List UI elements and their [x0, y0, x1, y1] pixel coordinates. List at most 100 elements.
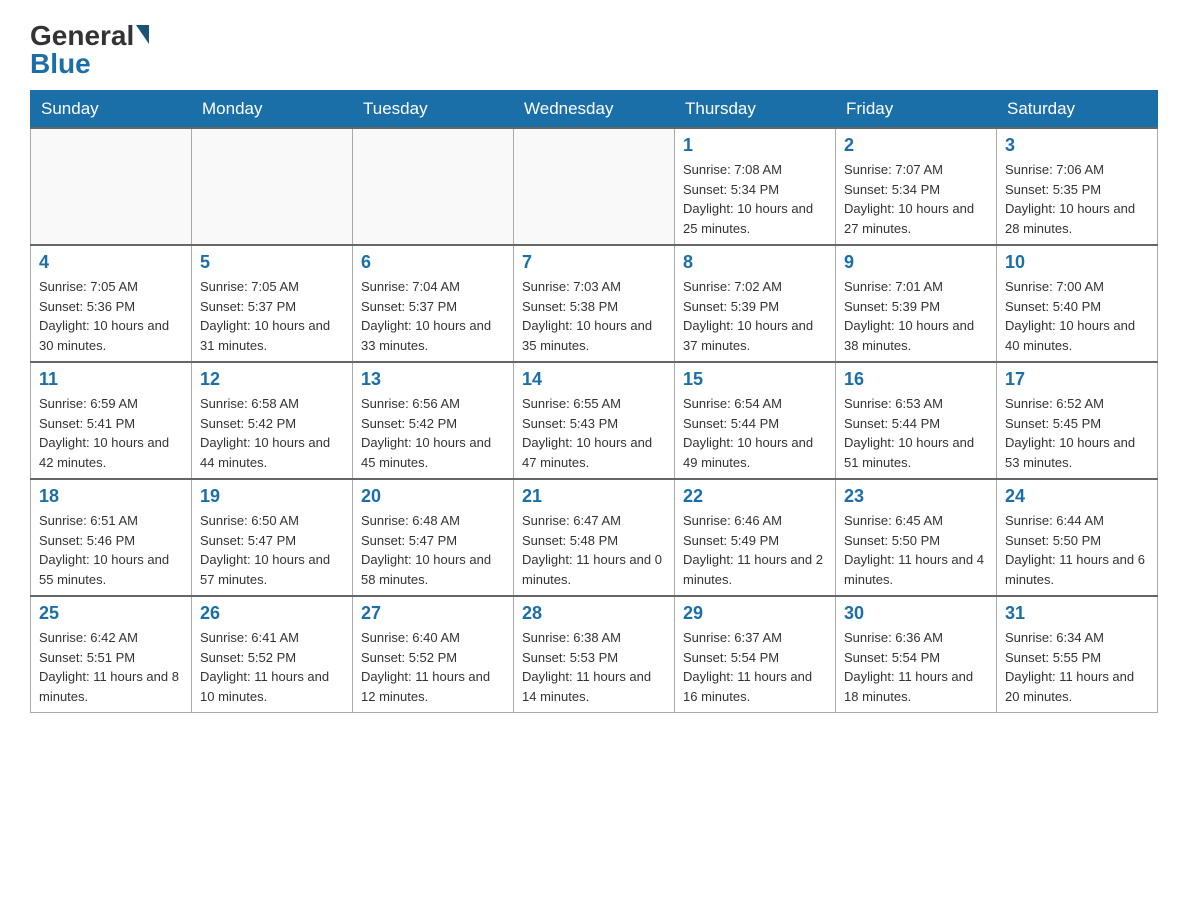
calendar-cell-15: 15 Sunrise: 6:54 AM Sunset: 5:44 PM Dayli… — [675, 362, 836, 479]
day-info: Sunrise: 6:46 AM Sunset: 5:49 PM Dayligh… — [683, 511, 827, 589]
day-info: Sunrise: 7:08 AM Sunset: 5:34 PM Dayligh… — [683, 160, 827, 238]
calendar-cell-12: 12 Sunrise: 6:58 AM Sunset: 5:42 PM Dayli… — [192, 362, 353, 479]
day-number: 21 — [522, 486, 666, 507]
calendar-cell-30: 30Sunrise: 6:36 AM Sunset: 5:54 PM Dayli… — [836, 596, 997, 713]
day-info: Sunrise: 6:34 AM Sunset: 5:55 PM Dayligh… — [1005, 628, 1149, 706]
day-info: Sunrise: 6:37 AM Sunset: 5:54 PM Dayligh… — [683, 628, 827, 706]
day-info: Sunrise: 6:50 AM Sunset: 5:47 PM Dayligh… — [200, 511, 344, 589]
calendar-cell-16: 16 Sunrise: 6:53 AM Sunset: 5:44 PM Dayli… — [836, 362, 997, 479]
day-info: Sunrise: 7:04 AM Sunset: 5:37 PM Dayligh… — [361, 277, 505, 355]
day-number: 19 — [200, 486, 344, 507]
day-info: Sunrise: 7:03 AM Sunset: 5:38 PM Dayligh… — [522, 277, 666, 355]
day-info: Sunrise: 7:05 AM Sunset: 5:36 PM Dayligh… — [39, 277, 183, 355]
logo-arrow-icon — [136, 25, 149, 44]
day-number: 10 — [1005, 252, 1149, 273]
day-number: 4 — [39, 252, 183, 273]
day-number: 25 — [39, 603, 183, 624]
day-number: 9 — [844, 252, 988, 273]
calendar-cell-1: 1 Sunrise: 7:08 AM Sunset: 5:34 PM Daylig… — [675, 128, 836, 245]
calendar-cell-4: 4 Sunrise: 7:05 AM Sunset: 5:36 PM Daylig… — [31, 245, 192, 362]
day-number: 2 — [844, 135, 988, 156]
calendar-header-monday: Monday — [192, 91, 353, 129]
day-info: Sunrise: 6:45 AM Sunset: 5:50 PM Dayligh… — [844, 511, 988, 589]
day-info: Sunrise: 7:06 AM Sunset: 5:35 PM Dayligh… — [1005, 160, 1149, 238]
calendar-header-wednesday: Wednesday — [514, 91, 675, 129]
day-info: Sunrise: 6:54 AM Sunset: 5:44 PM Dayligh… — [683, 394, 827, 472]
calendar-table: SundayMondayTuesdayWednesdayThursdayFrid… — [30, 90, 1158, 713]
day-number: 1 — [683, 135, 827, 156]
calendar-header-tuesday: Tuesday — [353, 91, 514, 129]
calendar-cell-3: 3 Sunrise: 7:06 AM Sunset: 5:35 PM Daylig… — [997, 128, 1158, 245]
calendar-cell-7: 7 Sunrise: 7:03 AM Sunset: 5:38 PM Daylig… — [514, 245, 675, 362]
day-number: 17 — [1005, 369, 1149, 390]
day-number: 27 — [361, 603, 505, 624]
calendar-cell-9: 9 Sunrise: 7:01 AM Sunset: 5:39 PM Daylig… — [836, 245, 997, 362]
calendar-header-row: SundayMondayTuesdayWednesdayThursdayFrid… — [31, 91, 1158, 129]
day-info: Sunrise: 6:41 AM Sunset: 5:52 PM Dayligh… — [200, 628, 344, 706]
day-info: Sunrise: 6:55 AM Sunset: 5:43 PM Dayligh… — [522, 394, 666, 472]
calendar-week-2: 4 Sunrise: 7:05 AM Sunset: 5:36 PM Daylig… — [31, 245, 1158, 362]
day-info: Sunrise: 7:01 AM Sunset: 5:39 PM Dayligh… — [844, 277, 988, 355]
day-number: 3 — [1005, 135, 1149, 156]
day-number: 26 — [200, 603, 344, 624]
day-info: Sunrise: 6:51 AM Sunset: 5:46 PM Dayligh… — [39, 511, 183, 589]
day-info: Sunrise: 6:56 AM Sunset: 5:42 PM Dayligh… — [361, 394, 505, 472]
day-info: Sunrise: 6:42 AM Sunset: 5:51 PM Dayligh… — [39, 628, 183, 706]
calendar-week-1: 1 Sunrise: 7:08 AM Sunset: 5:34 PM Daylig… — [31, 128, 1158, 245]
day-info: Sunrise: 6:40 AM Sunset: 5:52 PM Dayligh… — [361, 628, 505, 706]
page-header: GeneralBlue — [30, 20, 1158, 80]
day-number: 16 — [844, 369, 988, 390]
calendar-header-sunday: Sunday — [31, 91, 192, 129]
day-number: 8 — [683, 252, 827, 273]
day-number: 24 — [1005, 486, 1149, 507]
day-info: Sunrise: 6:44 AM Sunset: 5:50 PM Dayligh… — [1005, 511, 1149, 589]
day-number: 12 — [200, 369, 344, 390]
day-number: 15 — [683, 369, 827, 390]
calendar-cell-11: 11 Sunrise: 6:59 AM Sunset: 5:41 PM Dayli… — [31, 362, 192, 479]
calendar-cell-empty-w0d0 — [31, 128, 192, 245]
day-number: 6 — [361, 252, 505, 273]
day-info: Sunrise: 7:02 AM Sunset: 5:39 PM Dayligh… — [683, 277, 827, 355]
day-info: Sunrise: 6:48 AM Sunset: 5:47 PM Dayligh… — [361, 511, 505, 589]
day-number: 13 — [361, 369, 505, 390]
day-number: 28 — [522, 603, 666, 624]
calendar-cell-empty-w0d1 — [192, 128, 353, 245]
day-number: 20 — [361, 486, 505, 507]
day-number: 5 — [200, 252, 344, 273]
calendar-cell-6: 6 Sunrise: 7:04 AM Sunset: 5:37 PM Daylig… — [353, 245, 514, 362]
calendar-cell-22: 22 Sunrise: 6:46 AM Sunset: 5:49 PM Dayli… — [675, 479, 836, 596]
calendar-cell-24: 24 Sunrise: 6:44 AM Sunset: 5:50 PM Dayli… — [997, 479, 1158, 596]
day-info: Sunrise: 6:53 AM Sunset: 5:44 PM Dayligh… — [844, 394, 988, 472]
calendar-cell-10: 10 Sunrise: 7:00 AM Sunset: 5:40 PM Dayli… — [997, 245, 1158, 362]
calendar-header-friday: Friday — [836, 91, 997, 129]
day-number: 23 — [844, 486, 988, 507]
logo-blue-text: Blue — [30, 48, 91, 80]
day-number: 14 — [522, 369, 666, 390]
day-number: 11 — [39, 369, 183, 390]
calendar-cell-13: 13 Sunrise: 6:56 AM Sunset: 5:42 PM Dayli… — [353, 362, 514, 479]
day-info: Sunrise: 7:00 AM Sunset: 5:40 PM Dayligh… — [1005, 277, 1149, 355]
day-number: 18 — [39, 486, 183, 507]
day-info: Sunrise: 7:05 AM Sunset: 5:37 PM Dayligh… — [200, 277, 344, 355]
calendar-cell-26: 26 Sunrise: 6:41 AM Sunset: 5:52 PM Dayli… — [192, 596, 353, 713]
day-number: 22 — [683, 486, 827, 507]
calendar-cell-18: 18 Sunrise: 6:51 AM Sunset: 5:46 PM Dayli… — [31, 479, 192, 596]
day-info: Sunrise: 7:07 AM Sunset: 5:34 PM Dayligh… — [844, 160, 988, 238]
day-info: Sunrise: 6:58 AM Sunset: 5:42 PM Dayligh… — [200, 394, 344, 472]
calendar-cell-25: 25 Sunrise: 6:42 AM Sunset: 5:51 PM Dayli… — [31, 596, 192, 713]
logo: GeneralBlue — [30, 20, 151, 80]
day-number: 7 — [522, 252, 666, 273]
calendar-week-5: 25 Sunrise: 6:42 AM Sunset: 5:51 PM Dayli… — [31, 596, 1158, 713]
day-info: Sunrise: 6:59 AM Sunset: 5:41 PM Dayligh… — [39, 394, 183, 472]
calendar-cell-20: 20 Sunrise: 6:48 AM Sunset: 5:47 PM Dayli… — [353, 479, 514, 596]
calendar-cell-empty-w0d2 — [353, 128, 514, 245]
calendar-cell-8: 8 Sunrise: 7:02 AM Sunset: 5:39 PM Daylig… — [675, 245, 836, 362]
calendar-week-4: 18 Sunrise: 6:51 AM Sunset: 5:46 PM Dayli… — [31, 479, 1158, 596]
calendar-header-thursday: Thursday — [675, 91, 836, 129]
calendar-cell-28: 28Sunrise: 6:38 AM Sunset: 5:53 PM Dayli… — [514, 596, 675, 713]
calendar-header-saturday: Saturday — [997, 91, 1158, 129]
calendar-cell-2: 2 Sunrise: 7:07 AM Sunset: 5:34 PM Daylig… — [836, 128, 997, 245]
calendar-cell-29: 29 Sunrise: 6:37 AM Sunset: 5:54 PM Dayli… — [675, 596, 836, 713]
day-number: 29 — [683, 603, 827, 624]
calendar-week-3: 11 Sunrise: 6:59 AM Sunset: 5:41 PM Dayli… — [31, 362, 1158, 479]
